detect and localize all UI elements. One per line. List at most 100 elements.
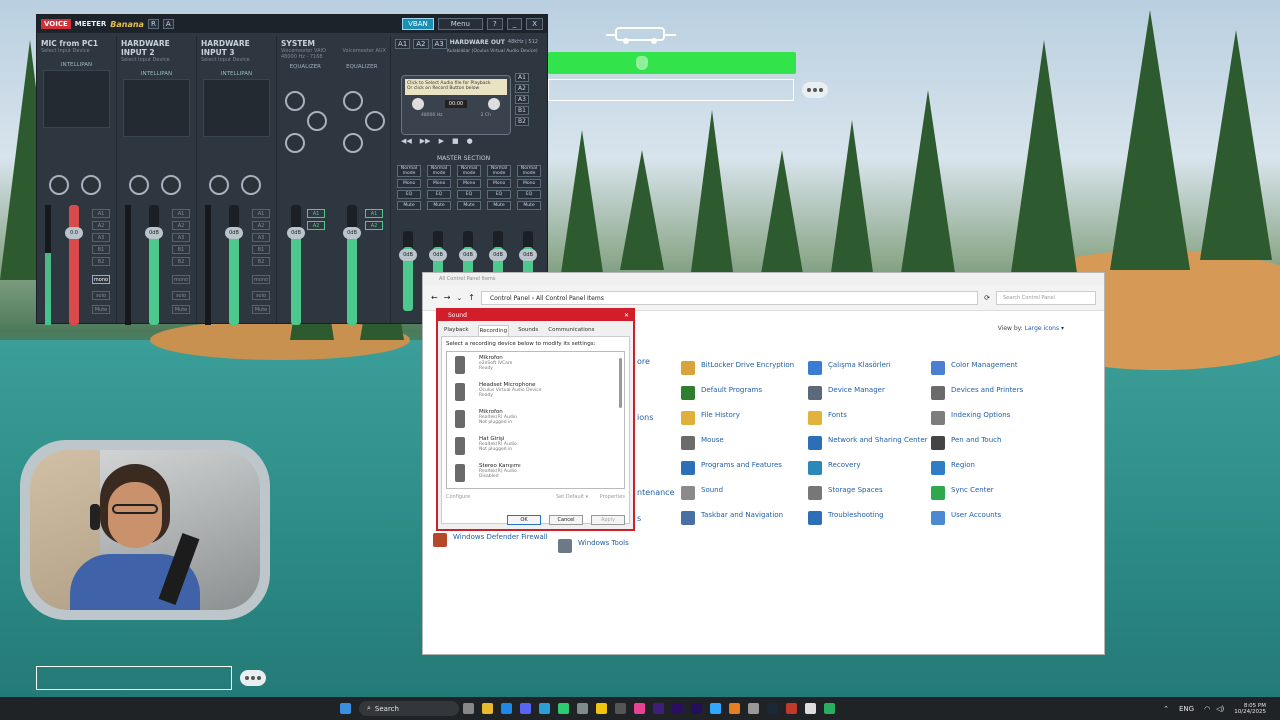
task-view-icon[interactable] bbox=[463, 703, 474, 714]
name-input-box[interactable] bbox=[548, 79, 794, 101]
bus-a2[interactable]: A2 bbox=[172, 221, 190, 230]
cp-item[interactable]: File History bbox=[681, 411, 801, 425]
apply-button[interactable]: Apply bbox=[591, 515, 625, 525]
close-button[interactable]: X bbox=[526, 18, 543, 30]
bus-b2[interactable]: B2 bbox=[252, 257, 270, 266]
tab-playback[interactable]: Playback bbox=[443, 325, 470, 336]
app-icon[interactable] bbox=[634, 703, 645, 714]
clock[interactable]: 8:05 PM 10/24/2025 bbox=[1234, 703, 1266, 715]
cp-item[interactable]: Troubleshooting bbox=[808, 511, 928, 525]
mono-button[interactable]: mono bbox=[172, 275, 190, 284]
bus-a1[interactable]: A1 bbox=[252, 209, 270, 218]
bus-mute[interactable]: Mute bbox=[487, 201, 511, 210]
cp-item[interactable]: Recovery bbox=[808, 461, 928, 475]
bus-eq[interactable]: EQ bbox=[427, 190, 451, 199]
bus-b2[interactable]: B2 bbox=[92, 257, 110, 266]
configure-button[interactable]: Configure bbox=[446, 494, 470, 500]
back-icon[interactable]: ← bbox=[431, 293, 438, 302]
cp-item[interactable]: Network and Sharing Center bbox=[808, 436, 928, 450]
partial-item[interactable]: s bbox=[637, 514, 641, 523]
comp-knob[interactable] bbox=[49, 175, 69, 195]
mid-knob[interactable] bbox=[365, 111, 385, 131]
bus-a3[interactable]: A3 bbox=[252, 233, 270, 242]
bus-mute[interactable]: Mute bbox=[427, 201, 451, 210]
bus-b1[interactable]: B1 bbox=[92, 245, 110, 254]
language-indicator[interactable]: ENG bbox=[1179, 705, 1194, 713]
bus-eq[interactable]: EQ bbox=[397, 190, 421, 199]
mute-button[interactable]: Mute bbox=[172, 305, 190, 314]
cp-item[interactable]: User Accounts bbox=[931, 511, 1051, 525]
view-by-dropdown[interactable]: Large icons bbox=[1025, 325, 1059, 332]
player-b1[interactable]: B1 bbox=[515, 106, 529, 115]
bus-mono[interactable]: Mono bbox=[517, 179, 541, 188]
cp-item[interactable]: Sound bbox=[681, 486, 801, 500]
cp-item[interactable]: Windows Defender Firewall bbox=[433, 533, 553, 547]
steam-icon[interactable] bbox=[767, 703, 778, 714]
bus-mono[interactable]: Mono bbox=[397, 179, 421, 188]
solo-button[interactable]: solo bbox=[172, 291, 190, 300]
bus-eq[interactable]: EQ bbox=[517, 190, 541, 199]
bus-mute[interactable]: Mute bbox=[517, 201, 541, 210]
bus-b1[interactable]: B1 bbox=[172, 245, 190, 254]
bass-knob[interactable] bbox=[285, 133, 305, 153]
taskbar-search[interactable]: ⌕ Search bbox=[359, 701, 459, 716]
cassette-rate[interactable]: 48000 Hz bbox=[421, 113, 443, 118]
recording-device[interactable]: Mikrofon Realtek(R) Audio Not plugged in bbox=[447, 406, 624, 433]
discord-icon[interactable] bbox=[520, 703, 531, 714]
app-icon[interactable] bbox=[748, 703, 759, 714]
menu-button[interactable]: Menu bbox=[437, 18, 483, 30]
bus-mode[interactable]: Normal mode bbox=[487, 165, 511, 177]
bus-a1[interactable]: A1 bbox=[92, 209, 110, 218]
cancel-button[interactable]: Cancel bbox=[549, 515, 583, 525]
cp-item[interactable]: Color Management bbox=[931, 361, 1051, 375]
cp-item[interactable]: Sync Center bbox=[931, 486, 1051, 500]
app-icon[interactable] bbox=[596, 703, 607, 714]
cp-item[interactable]: Taskbar and Navigation bbox=[681, 511, 801, 525]
tab-recording[interactable]: Recording bbox=[477, 325, 510, 336]
bus-mode[interactable]: Normal mode bbox=[457, 165, 481, 177]
gate-knob[interactable] bbox=[161, 175, 181, 195]
chat-bubble-icon[interactable] bbox=[802, 82, 828, 98]
tab-communications[interactable]: Communications bbox=[547, 325, 595, 336]
vban-button[interactable]: VBAN bbox=[402, 18, 434, 30]
address-bar[interactable]: Control Panel › All Control Panel Items bbox=[480, 290, 979, 305]
app-icon[interactable] bbox=[786, 703, 797, 714]
cp-item[interactable]: Fonts bbox=[808, 411, 928, 425]
hw-out-a3[interactable]: A3 bbox=[431, 39, 447, 49]
app-icon[interactable] bbox=[577, 703, 588, 714]
mute-button[interactable]: Mute bbox=[92, 305, 110, 314]
unreal-icon[interactable] bbox=[805, 703, 816, 714]
mono-button[interactable]: mono bbox=[252, 275, 270, 284]
intellipan-pad[interactable] bbox=[203, 79, 270, 137]
bus-a1[interactable]: A1 bbox=[365, 209, 383, 218]
bus-b1[interactable]: B1 bbox=[252, 245, 270, 254]
premiere-icon[interactable] bbox=[653, 703, 664, 714]
solo-button[interactable]: solo bbox=[252, 291, 270, 300]
bus-a1[interactable]: A1 bbox=[307, 209, 325, 218]
bus-mode[interactable]: Normal mode bbox=[517, 165, 541, 177]
bus-eq[interactable]: EQ bbox=[487, 190, 511, 199]
partial-item[interactable]: ntenance bbox=[637, 488, 675, 497]
intellipan-pad[interactable] bbox=[123, 79, 190, 137]
app-icon[interactable] bbox=[539, 703, 550, 714]
bus-mono[interactable]: Mono bbox=[457, 179, 481, 188]
app-icon[interactable] bbox=[824, 703, 835, 714]
volume-icon[interactable]: ◁) bbox=[1216, 705, 1224, 713]
bus-a2[interactable]: A2 bbox=[307, 221, 325, 230]
help-button[interactable]: ? bbox=[486, 18, 503, 30]
bus-a2[interactable]: A2 bbox=[92, 221, 110, 230]
chat-input-box[interactable] bbox=[36, 666, 232, 690]
bus-mono[interactable]: Mono bbox=[427, 179, 451, 188]
cassette-label[interactable]: Click to Select Audio file for Playback … bbox=[405, 79, 507, 95]
bus-eq[interactable]: EQ bbox=[457, 190, 481, 199]
treble-knob[interactable] bbox=[285, 91, 305, 111]
cp-item[interactable]: Pen and Touch bbox=[931, 436, 1051, 450]
app-icon[interactable] bbox=[729, 703, 740, 714]
app-icon[interactable] bbox=[615, 703, 626, 714]
properties-button[interactable]: Properties bbox=[600, 494, 625, 500]
bus-b2[interactable]: B2 bbox=[172, 257, 190, 266]
record-icon[interactable]: ● bbox=[467, 137, 473, 145]
player-a2[interactable]: A2 bbox=[515, 84, 529, 93]
after-effects-icon[interactable] bbox=[691, 703, 702, 714]
edge-icon[interactable] bbox=[501, 703, 512, 714]
